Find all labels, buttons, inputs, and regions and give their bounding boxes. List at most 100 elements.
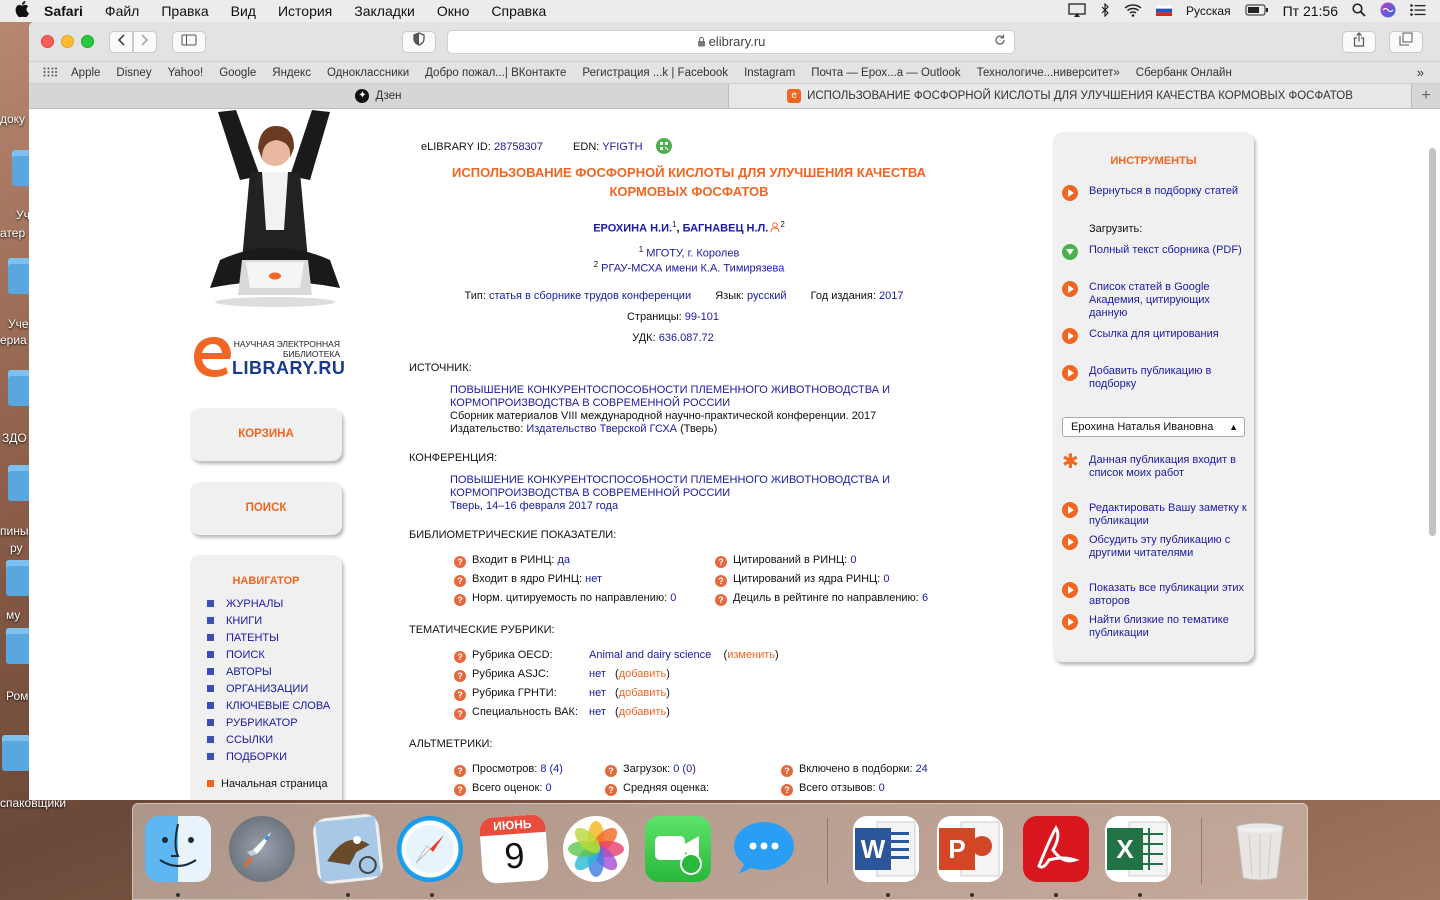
rubric-change-link[interactable]: изменить (727, 649, 775, 661)
help-icon[interactable]: ? (454, 765, 466, 777)
conference-date-link[interactable]: Тверь, 14–16 февраля 2017 года (450, 500, 618, 512)
nav-link[interactable]: ЖУРНАЛЫ (226, 598, 283, 610)
author-link[interactable]: БАГНАВЕЦ Н.Л. (683, 223, 769, 235)
desktop-folder-icon[interactable] (2, 735, 30, 771)
alt-value[interactable]: 0 (0) (673, 763, 696, 775)
collection-select[interactable]: Ерохина Наталья Ивановна ▲ (1062, 417, 1245, 437)
favorite-instagram[interactable]: Instagram (744, 67, 795, 79)
nav-item-collections[interactable]: ПОДБОРКИ (190, 748, 342, 765)
nav-link[interactable]: КНИГИ (226, 615, 262, 627)
home-link[interactable]: Начальная страница (221, 778, 327, 790)
type-value[interactable]: статья в сборнике трудов конференции (489, 290, 691, 302)
tool-link[interactable]: Обсудить эту публикацию с другими читате… (1089, 534, 1250, 560)
menubar-clock[interactable]: Пт 21:56 (1283, 3, 1338, 19)
help-icon[interactable]: ? (715, 556, 727, 568)
finder-icon[interactable] (145, 816, 211, 882)
nav-item-links[interactable]: ССЫЛКИ (190, 731, 342, 748)
airplay-icon[interactable] (1068, 2, 1086, 20)
nav-item-books[interactable]: КНИГИ (190, 612, 342, 629)
preview-icon[interactable] (311, 812, 385, 886)
favorite-outlook[interactable]: Почта — Ерох...а — Outlook (811, 67, 960, 79)
siri-icon[interactable] (1380, 2, 1396, 21)
nav-item-keywords[interactable]: КЛЮЧЕВЫЕ СЛОВА (190, 697, 342, 714)
lang-value[interactable]: русский (747, 290, 786, 302)
rubric-add-link[interactable]: добавить (619, 706, 666, 718)
tool-add-to-collection[interactable]: Добавить публикацию в подборку (1062, 365, 1250, 391)
nav-link[interactable]: ОРГАНИЗАЦИИ (226, 683, 308, 695)
tool-find-similar[interactable]: Найти близкие по тематике публикации (1062, 614, 1250, 640)
biblio-value[interactable]: 0 (883, 573, 889, 585)
alt-value[interactable]: 0 (545, 782, 551, 794)
help-icon[interactable]: ? (454, 651, 466, 663)
spotlight-icon[interactable] (1352, 2, 1366, 20)
tab-overview-button[interactable] (1389, 31, 1423, 53)
menu-file[interactable]: Файл (105, 3, 139, 19)
photos-icon[interactable] (563, 816, 629, 882)
menu-help[interactable]: Справка (491, 3, 546, 19)
nav-item-organizations[interactable]: ОРГАНИЗАЦИИ (190, 680, 342, 697)
nav-link[interactable]: ПОИСК (226, 649, 265, 661)
help-icon[interactable]: ? (715, 575, 727, 587)
help-icon[interactable]: ? (454, 575, 466, 587)
page-scrollbar[interactable] (1429, 148, 1436, 536)
help-icon[interactable]: ? (454, 784, 466, 796)
tool-link[interactable]: Найти близкие по тематике публикации (1089, 614, 1250, 640)
affiliation-link[interactable]: РГАУ-МСХА имени К.А. Тимирязева (601, 263, 784, 275)
input-language[interactable]: Русская (1186, 4, 1231, 18)
favorite-facebook[interactable]: Регистрация ...k | Facebook (582, 67, 728, 79)
back-button[interactable] (109, 31, 133, 53)
launchpad-icon[interactable] (229, 816, 295, 882)
biblio-value[interactable]: 6 (922, 592, 928, 604)
favorite-google[interactable]: Google (219, 67, 256, 79)
help-icon[interactable]: ? (605, 784, 617, 796)
zoom-window-button[interactable] (81, 35, 94, 48)
nav-item-home[interactable]: Начальная страница (190, 775, 342, 792)
help-icon[interactable]: ? (781, 765, 793, 777)
nav-link[interactable]: АВТОРЫ (226, 666, 272, 678)
tool-google-scholar[interactable]: Список статей в Google Академия, цитирую… (1062, 281, 1250, 320)
wifi-icon[interactable] (1124, 3, 1142, 20)
nav-link[interactable]: РУБРИКАТОР (226, 717, 298, 729)
nav-link[interactable]: ПОДБОРКИ (226, 751, 287, 763)
help-icon[interactable]: ? (781, 784, 793, 796)
favorites-overflow-icon[interactable]: » (1417, 65, 1424, 80)
menu-app-name[interactable]: Safari (44, 3, 83, 19)
help-icon[interactable]: ? (454, 670, 466, 682)
shield-button[interactable] (402, 31, 436, 53)
rubric-value[interactable]: Animal and dairy science (589, 649, 711, 661)
nav-link[interactable]: ПАТЕНТЫ (226, 632, 279, 644)
search-button[interactable]: ПОИСК (190, 482, 342, 535)
nav-link[interactable]: КЛЮЧЕВЫЕ СЛОВА (226, 700, 330, 712)
elibrary-logo[interactable]: НАУЧНАЯ ЭЛЕКТРОННАЯ БИБЛИОТЕКА LIBRARY.R… (192, 335, 345, 380)
trash-icon[interactable] (1227, 816, 1293, 882)
tool-back-to-collection[interactable]: Вернуться в подборку статей (1062, 185, 1250, 201)
help-icon[interactable]: ? (454, 594, 466, 606)
tool-link[interactable]: Полный текст сборника (PDF) (1089, 244, 1242, 260)
battery-icon[interactable] (1245, 4, 1269, 19)
favorite-university[interactable]: Технологиче...ниверситет» (977, 67, 1120, 79)
acrobat-icon[interactable] (1023, 816, 1089, 882)
bluetooth-icon[interactable] (1100, 2, 1110, 20)
nav-link[interactable]: ССЫЛКИ (226, 734, 273, 746)
menu-history[interactable]: История (278, 3, 332, 19)
tool-link[interactable]: Список статей в Google Академия, цитирую… (1089, 281, 1250, 320)
reload-icon[interactable] (994, 31, 1006, 53)
cart-button[interactable]: КОРЗИНА (190, 408, 342, 461)
favorite-yahoo[interactable]: Yahoo! (168, 67, 204, 79)
share-button[interactable] (1342, 31, 1376, 53)
apple-menu-icon[interactable] (0, 1, 44, 21)
alt-value[interactable]: 0 (879, 782, 885, 794)
conference-title-link[interactable]: ПОВЫШЕНИЕ КОНКУРЕНТОСПОСОБНОСТИ ПЛЕМЕННО… (450, 474, 890, 500)
tab-dzen[interactable]: ✦ Дзен (29, 84, 729, 108)
author-link[interactable]: ЕРОХИНА Н.И. (593, 223, 672, 235)
alt-value[interactable]: 8 (4) (540, 763, 563, 775)
tool-link[interactable]: Добавить публикацию в подборку (1089, 365, 1250, 391)
tool-show-all-author-pubs[interactable]: Показать все публикации этих авторов (1062, 582, 1250, 608)
favorite-odnoklassniki[interactable]: Одноклассники (327, 67, 409, 79)
messages-icon[interactable] (731, 816, 797, 882)
nav-item-authors[interactable]: АВТОРЫ (190, 663, 342, 680)
affiliation-link[interactable]: МГОТУ, г. Королев (646, 248, 739, 260)
author-person-icon[interactable] (770, 221, 780, 235)
tool-cite[interactable]: Ссылка для цитирования (1062, 328, 1250, 344)
edn-value[interactable]: YFIGTH (602, 141, 642, 153)
